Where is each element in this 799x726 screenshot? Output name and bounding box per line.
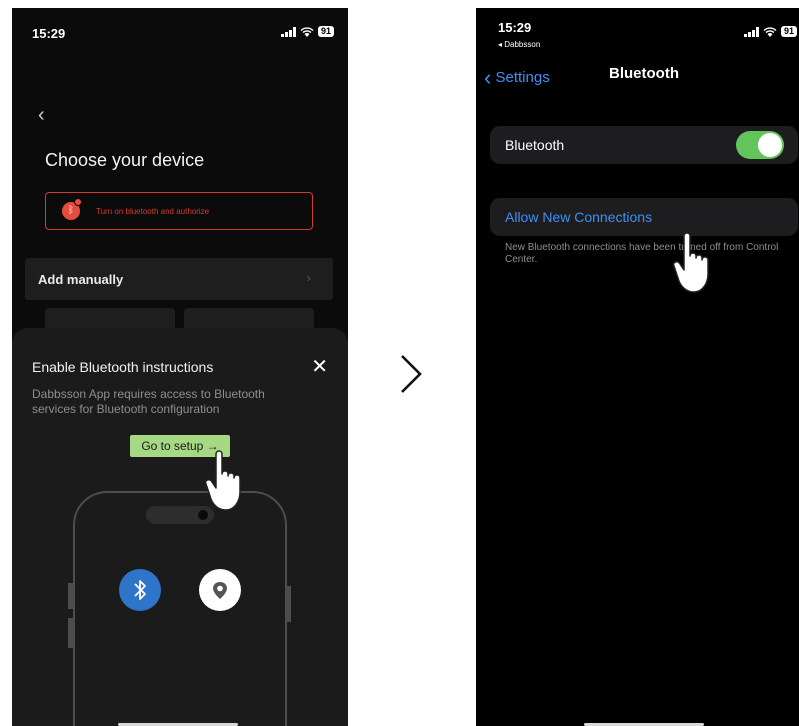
add-manually-label: Add manually	[38, 272, 124, 287]
bluetooth-icon	[119, 569, 161, 611]
close-icon[interactable]: ✕	[311, 354, 328, 379]
sheet-description: Dabbsson App requires access to Bluetoot…	[32, 387, 265, 416]
ios-settings-screen: 15:29 ◂ Dabbsson 91 ‹ Settings Bluetooth…	[476, 8, 799, 726]
bluetooth-alert-text: Turn on bluetooth and authorize	[96, 207, 210, 216]
settings-back-button[interactable]: ‹ Settings	[484, 65, 550, 91]
signal-icon	[744, 26, 759, 37]
app-screen: 15:29 91 ‹ Choose your device ᛒ Turn on …	[12, 8, 348, 726]
chevron-right-icon: ›	[306, 270, 311, 285]
chevron-left-icon: ‹	[484, 65, 492, 90]
allow-new-connections-label: Allow New Connections	[505, 209, 653, 225]
toggle-knob	[758, 133, 782, 157]
phone-illustration	[73, 491, 287, 726]
comparison-canvas: 15:29 91 ‹ Choose your device ᛒ Turn on …	[0, 0, 799, 726]
chevron-left-icon[interactable]: ‹	[38, 104, 45, 127]
add-manually-row[interactable]: Add manually ›	[25, 258, 333, 300]
location-icon	[199, 569, 241, 611]
phone-side-button	[68, 618, 74, 648]
allow-new-connections-row[interactable]: Allow New Connections	[490, 198, 798, 236]
bluetooth-note: New Bluetooth connections have been turn…	[505, 242, 779, 265]
arrow-right-icon	[401, 355, 422, 393]
pointing-hand-icon	[204, 450, 241, 511]
wifi-icon	[300, 26, 314, 37]
battery-icon: 91	[780, 26, 797, 37]
back-to-app-link[interactable]: ◂ Dabbsson	[498, 40, 540, 49]
status-time: 15:29	[32, 26, 66, 41]
alert-badge	[74, 198, 82, 206]
status-time: 15:29	[498, 20, 532, 35]
signal-icon	[281, 26, 296, 37]
bluetooth-setting-row: Bluetooth	[490, 126, 798, 164]
battery-icon: 91	[317, 26, 334, 37]
bluetooth-alert[interactable]: ᛒ Turn on bluetooth and authorize	[45, 192, 313, 230]
page-title: Choose your device	[45, 150, 205, 170]
wifi-icon	[763, 26, 777, 37]
back-label: Settings	[495, 69, 550, 86]
bluetooth-toggle[interactable]	[736, 131, 784, 159]
phone-side-button	[68, 583, 74, 609]
status-bar: 15:29 91	[32, 26, 334, 42]
bluetooth-instructions-sheet: Enable Bluetooth instructions ✕ Dabbsson…	[12, 328, 348, 726]
bluetooth-label: Bluetooth	[505, 137, 565, 153]
phone-side-button	[285, 586, 291, 622]
pointing-hand-icon	[672, 232, 709, 293]
status-bar: 15:29 ◂ Dabbsson 91	[498, 20, 797, 50]
nav-title: Bluetooth	[609, 65, 679, 82]
sheet-title: Enable Bluetooth instructions	[32, 359, 214, 375]
